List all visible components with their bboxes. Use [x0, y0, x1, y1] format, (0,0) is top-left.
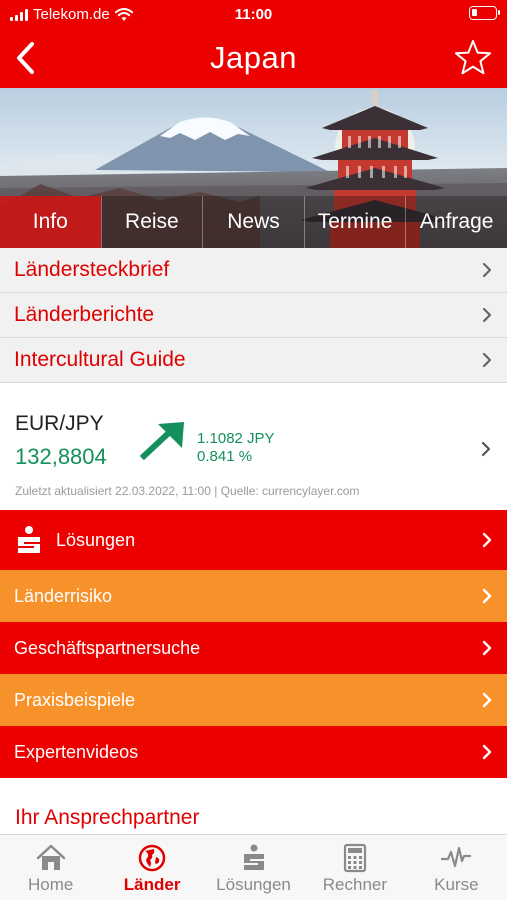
action-label: Geschäftspartnersuche — [14, 637, 201, 658]
pulse-icon — [441, 846, 472, 868]
chevron-right-icon — [482, 640, 492, 656]
action-geschaeftspartnersuche[interactable]: Geschäftspartnersuche — [0, 622, 507, 674]
tabbar-label: Kurse — [434, 875, 479, 894]
info-menu-list: Ländersteckbrief Länderberichte Intercul… — [0, 248, 507, 383]
bottom-tab-bar: Home Länder Lösungen Rechner Kurse — [0, 834, 507, 900]
chevron-right-icon — [482, 744, 492, 760]
favorite-star-icon[interactable] — [453, 38, 493, 78]
currency-pair: EUR/JPY — [15, 412, 104, 435]
chevron-right-icon — [482, 588, 492, 604]
action-laenderrisiko[interactable]: Länderrisiko — [0, 570, 507, 622]
change-percent: 0.841 % — [197, 448, 253, 465]
chevron-right-icon — [482, 532, 492, 548]
top-bar: Telekom.de 11:00 Japan — [0, 0, 507, 88]
tabbar-laender[interactable]: Länder — [101, 835, 202, 900]
contact-heading: Ihr Ansprechpartner — [15, 806, 200, 829]
menu-item-intercultural-guide[interactable]: Intercultural Guide — [0, 338, 507, 383]
home-icon — [36, 844, 65, 870]
tab-info[interactable]: Info — [0, 196, 101, 248]
sparkasse-icon — [18, 526, 40, 553]
tabbar-label: Home — [28, 875, 74, 894]
exchange-rate-card[interactable]: EUR/JPY 132,8804 1.1082 JPY 0.841 % Zule… — [0, 384, 507, 510]
menu-item-label: Intercultural Guide — [14, 348, 186, 371]
trend-up-arrow-icon — [139, 422, 184, 460]
battery-icon — [469, 6, 500, 20]
tabbar-label: Lösungen — [216, 875, 291, 894]
tabbar-loesungen[interactable]: Lösungen — [203, 835, 304, 900]
tab-news[interactable]: News — [202, 196, 304, 248]
action-loesungen[interactable]: Lösungen — [0, 510, 507, 570]
tabbar-kurse[interactable]: Kurse — [406, 835, 507, 900]
tabbar-rechner[interactable]: Rechner — [304, 835, 405, 900]
action-expertenvideos[interactable]: Expertenvideos — [0, 726, 507, 778]
calculator-icon — [343, 843, 367, 873]
last-updated-text: Zuletzt aktualisiert 22.03.2022, 11:00 |… — [15, 484, 360, 498]
action-label: Länderrisiko — [14, 585, 113, 606]
tabbar-label: Rechner — [322, 875, 388, 894]
menu-item-laendersteckbrief[interactable]: Ländersteckbrief — [0, 248, 507, 293]
status-time: 11:00 — [234, 6, 273, 23]
page-title: Japan — [210, 40, 297, 75]
chevron-right-icon — [482, 692, 492, 708]
action-praxisbeispiele[interactable]: Praxisbeispiele — [0, 674, 507, 726]
action-label: Praxisbeispiele — [14, 689, 136, 710]
globe-icon — [138, 844, 166, 872]
menu-item-label: Länderberichte — [14, 303, 155, 326]
status-bar: Telekom.de 11:00 — [0, 0, 507, 30]
tab-reise[interactable]: Reise — [100, 196, 203, 248]
action-label: Lösungen — [56, 529, 136, 550]
tab-anfrage[interactable]: Anfrage — [405, 196, 507, 248]
change-absolute: 1.1082 JPY — [197, 430, 275, 447]
chevron-right-icon — [482, 307, 492, 323]
tabbar-label: Länder — [123, 875, 181, 894]
menu-item-laenderberichte[interactable]: Länderberichte — [0, 293, 507, 338]
exchange-rate-value: 132,8804 — [15, 444, 107, 469]
menu-item-label: Ländersteckbrief — [14, 258, 170, 281]
tabbar-home[interactable]: Home — [0, 835, 101, 900]
chevron-right-icon — [482, 352, 492, 368]
chevron-right-icon — [482, 262, 492, 278]
nav-header: Japan — [0, 30, 507, 88]
chevron-right-icon — [481, 441, 491, 457]
section-tabs: Info Reise News Termine Anfrage — [0, 196, 507, 248]
sparkasse-icon — [243, 844, 264, 870]
action-label: Expertenvideos — [14, 741, 139, 762]
tab-termine[interactable]: Termine — [303, 196, 406, 248]
solutions-list: Lösungen Länderrisiko Geschäftspartnersu… — [0, 510, 507, 778]
